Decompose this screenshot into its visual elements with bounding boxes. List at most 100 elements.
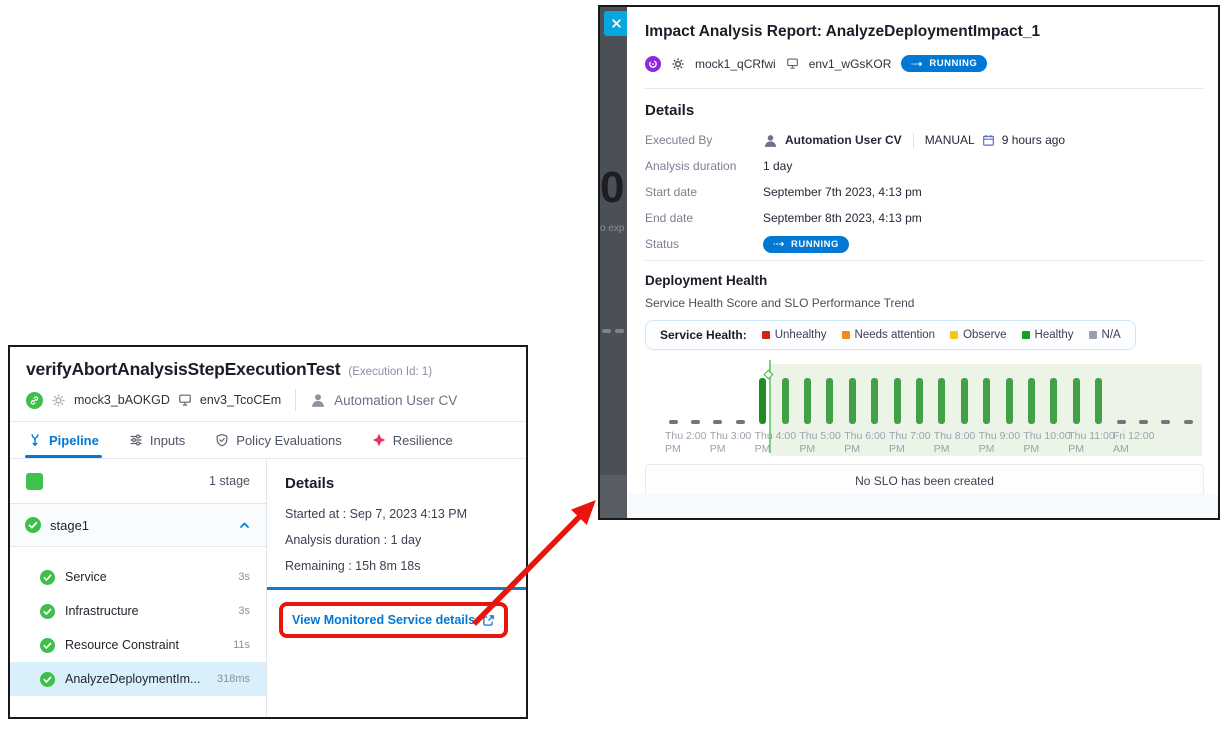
tab-label: Policy Evaluations xyxy=(236,433,342,448)
legend-swatch xyxy=(1022,331,1030,339)
analysis-duration-value: 1 day xyxy=(763,159,792,173)
status-badge: RUNNING xyxy=(901,55,987,72)
legend-label: N/A xyxy=(1102,329,1121,341)
executed-by-label: Executed By xyxy=(645,133,763,147)
close-button[interactable] xyxy=(604,11,627,36)
backdrop-lower-block xyxy=(600,475,627,518)
tab-inputs[interactable]: Inputs xyxy=(129,422,185,458)
legend-label: Observe xyxy=(963,329,1006,341)
check-circle-icon xyxy=(40,672,55,687)
health-bar xyxy=(916,378,923,424)
legend-title: Service Health: xyxy=(660,328,747,342)
health-chart: Thu 2:00PMThu 3:00PMThu 4:00PMThu 5:00PM… xyxy=(645,360,1204,460)
details-heading: Details xyxy=(645,101,1204,121)
view-monitored-service-link[interactable]: View Monitored Service details xyxy=(292,613,475,627)
deployment-health-heading: Deployment Health xyxy=(645,272,1204,290)
na-marker xyxy=(1184,420,1193,424)
service-name: mock1_qCRfwi xyxy=(695,57,776,71)
health-bar xyxy=(871,378,878,424)
annotation-highlight-box: View Monitored Service details xyxy=(279,602,508,638)
detail-row: Executed By Automation User CV MANUAL 9 … xyxy=(645,130,1204,150)
start-date-value: September 7th 2023, 4:13 pm xyxy=(763,185,922,199)
tab-resilience[interactable]: Resilience xyxy=(372,422,453,458)
legend-swatch xyxy=(842,331,850,339)
end-date-label: End date xyxy=(645,211,763,225)
step-row[interactable]: Infrastructure3s xyxy=(10,594,266,628)
legend-item: Unhealthy xyxy=(762,329,827,341)
user-avatar-icon xyxy=(310,392,326,408)
resilience-icon xyxy=(372,433,386,447)
x-axis-label: Thu 5:00PM xyxy=(799,430,840,456)
stage-name: stage1 xyxy=(50,518,89,533)
calendar-icon xyxy=(982,134,995,147)
x-axis-label: Thu 8:00PM xyxy=(934,430,975,456)
x-axis-label: Thu 9:00PM xyxy=(979,430,1020,456)
na-marker xyxy=(669,420,678,424)
backdrop-dash xyxy=(602,329,611,333)
detail-row: Status RUNNING xyxy=(645,234,1204,254)
step-duration: 3s xyxy=(238,571,250,583)
step-row[interactable]: Resource Constraint 11s xyxy=(10,628,266,662)
backdrop-partial-number: 0 xyxy=(600,163,624,213)
backdrop-partial-text: o exp xyxy=(600,223,624,234)
detail-row: Start date September 7th 2023, 4:13 pm xyxy=(645,182,1204,202)
x-axis-label: Thu 6:00PM xyxy=(844,430,885,456)
report-title: Impact Analysis Report: AnalyzeDeploymen… xyxy=(645,22,1204,42)
stage-status-square xyxy=(26,473,43,490)
detail-row: End date September 8th 2023, 4:13 pm xyxy=(645,208,1204,228)
health-bar xyxy=(1073,378,1080,424)
analysis-progress-bar xyxy=(267,587,526,590)
legend-item: Needs attention xyxy=(842,329,936,341)
step-duration: 11s xyxy=(233,639,250,651)
na-marker xyxy=(691,420,700,424)
report-content: Impact Analysis Report: AnalyzeDeploymen… xyxy=(627,7,1218,518)
step-duration: 318ms xyxy=(217,673,250,685)
gear-icon xyxy=(671,57,685,71)
environment-icon xyxy=(178,393,192,407)
na-marker xyxy=(736,420,745,424)
health-bar xyxy=(1095,378,1102,424)
environment-name: env3_TcoCEm xyxy=(200,393,281,407)
legend-item: Observe xyxy=(950,329,1006,341)
executed-time: 9 hours ago xyxy=(1002,133,1065,147)
details-column: Details Started at : Sep 7, 2023 4:13 PM… xyxy=(267,459,526,717)
legend-swatch xyxy=(950,331,958,339)
stage-summary: 1 stage xyxy=(10,459,266,503)
tab-label: Resilience xyxy=(393,433,453,448)
health-bar xyxy=(782,378,789,424)
close-icon xyxy=(611,18,622,29)
step-name: AnalyzeDeploymentIm... xyxy=(65,672,200,686)
pipeline-icon xyxy=(28,433,42,447)
external-link-icon[interactable] xyxy=(482,614,495,627)
check-circle-icon xyxy=(40,638,55,653)
execution-header: verifyAbortAnalysisStepExecutionTest (Ex… xyxy=(10,347,526,421)
step-row[interactable]: Service3s xyxy=(10,560,266,594)
analysis-duration-label: Analysis duration xyxy=(645,159,763,173)
health-bar xyxy=(759,378,766,424)
details-heading: Details xyxy=(285,475,526,492)
detail-row: Analysis duration 1 day xyxy=(645,156,1204,176)
step-row[interactable]: AnalyzeDeploymentIm... 318ms xyxy=(10,662,266,696)
policy-shield-icon xyxy=(215,433,229,447)
user-avatar-icon xyxy=(763,133,778,148)
legend-item: N/A xyxy=(1089,329,1121,341)
x-axis-label: Thu 3:00PM xyxy=(710,430,751,456)
health-bar xyxy=(1028,378,1035,424)
link-icon xyxy=(26,392,43,409)
legend-label: Needs attention xyxy=(855,329,936,341)
divider xyxy=(645,88,1204,89)
health-bar xyxy=(826,378,833,424)
health-bar xyxy=(938,378,945,424)
step-name: Resource Constraint xyxy=(65,638,179,652)
environment-icon xyxy=(786,57,799,70)
environment-name: env1_wGsKOR xyxy=(809,57,892,71)
executed-by-user: Automation User CV xyxy=(785,133,902,147)
chevron-up-icon[interactable] xyxy=(238,519,251,532)
health-bar xyxy=(849,378,856,424)
tab-pipeline[interactable]: Pipeline xyxy=(28,422,99,458)
stage-row[interactable]: stage1 xyxy=(10,504,266,546)
tab-policy-evaluations[interactable]: Policy Evaluations xyxy=(215,422,342,458)
na-marker xyxy=(713,420,722,424)
end-date-value: September 8th 2023, 4:13 pm xyxy=(763,211,922,225)
x-axis-label: Fri 12:00AM xyxy=(1113,430,1154,456)
